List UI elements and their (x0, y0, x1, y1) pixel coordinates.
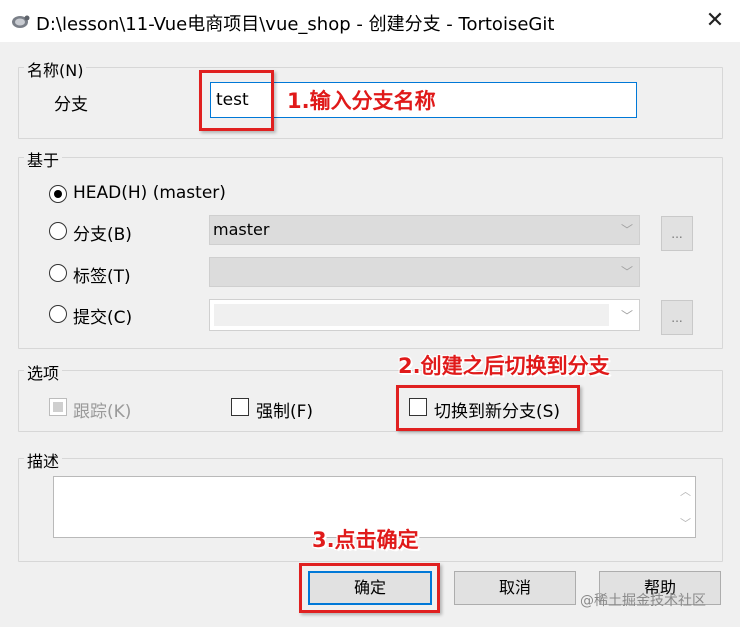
tortoise-icon (12, 15, 30, 28)
tag-select[interactable]: ﹀ (209, 257, 640, 287)
branch-name-label: 分支 (54, 95, 88, 115)
branch-select-value: master (213, 220, 270, 239)
annotation-step3: 3.点击确定 (312, 528, 419, 552)
branch-select[interactable]: master ﹀ (209, 215, 640, 245)
name-group-label: 名称(N) (24, 57, 87, 81)
head-radio-label[interactable]: HEAD(H) (master) (73, 183, 226, 203)
commit-select[interactable]: ﹀ (209, 299, 640, 331)
description-group-label: 描述 (24, 448, 63, 472)
branch-radio-label[interactable]: 分支(B) (73, 220, 132, 245)
annotation-box-switch (396, 385, 580, 431)
tag-radio[interactable] (49, 264, 67, 282)
close-button[interactable]: ✕ (700, 8, 730, 34)
head-radio[interactable] (49, 185, 67, 203)
commit-select-field (214, 304, 609, 326)
window-title: D:\lesson\11-Vue电商项目\vue_shop - 创建分支 - T… (36, 14, 555, 35)
tag-radio-label[interactable]: 标签(T) (73, 262, 131, 287)
annotation-box-ok (299, 563, 440, 613)
scroll-down-icon[interactable]: ﹀ (680, 515, 691, 531)
chevron-down-icon: ﹀ (620, 309, 633, 323)
watermark: @稀土掘金技术社区 (580, 593, 706, 609)
cancel-button[interactable]: 取消 (454, 571, 576, 605)
annotation-step2: 2.创建之后切换到分支 (398, 354, 610, 378)
scroll-up-icon[interactable]: ︿ (680, 483, 691, 499)
commit-radio-label[interactable]: 提交(C) (73, 303, 132, 328)
chevron-down-icon: ﹀ (620, 223, 633, 237)
annotation-box-branch-name (199, 70, 274, 131)
base-group-label: 基于 (24, 147, 63, 171)
annotation-step1: 1.输入分支名称 (287, 89, 436, 113)
track-checkbox[interactable] (49, 398, 67, 416)
force-checkbox[interactable] (231, 398, 249, 416)
chevron-down-icon: ﹀ (620, 265, 633, 279)
force-checkbox-label: 强制(F) (256, 402, 314, 422)
branch-radio[interactable] (49, 222, 67, 240)
branch-browse-button[interactable]: ... (661, 216, 693, 251)
track-checkbox-label: 跟踪(K) (73, 402, 132, 422)
commit-browse-button[interactable]: ... (661, 300, 693, 335)
commit-radio[interactable] (49, 305, 67, 323)
options-group-label: 选项 (24, 360, 63, 384)
